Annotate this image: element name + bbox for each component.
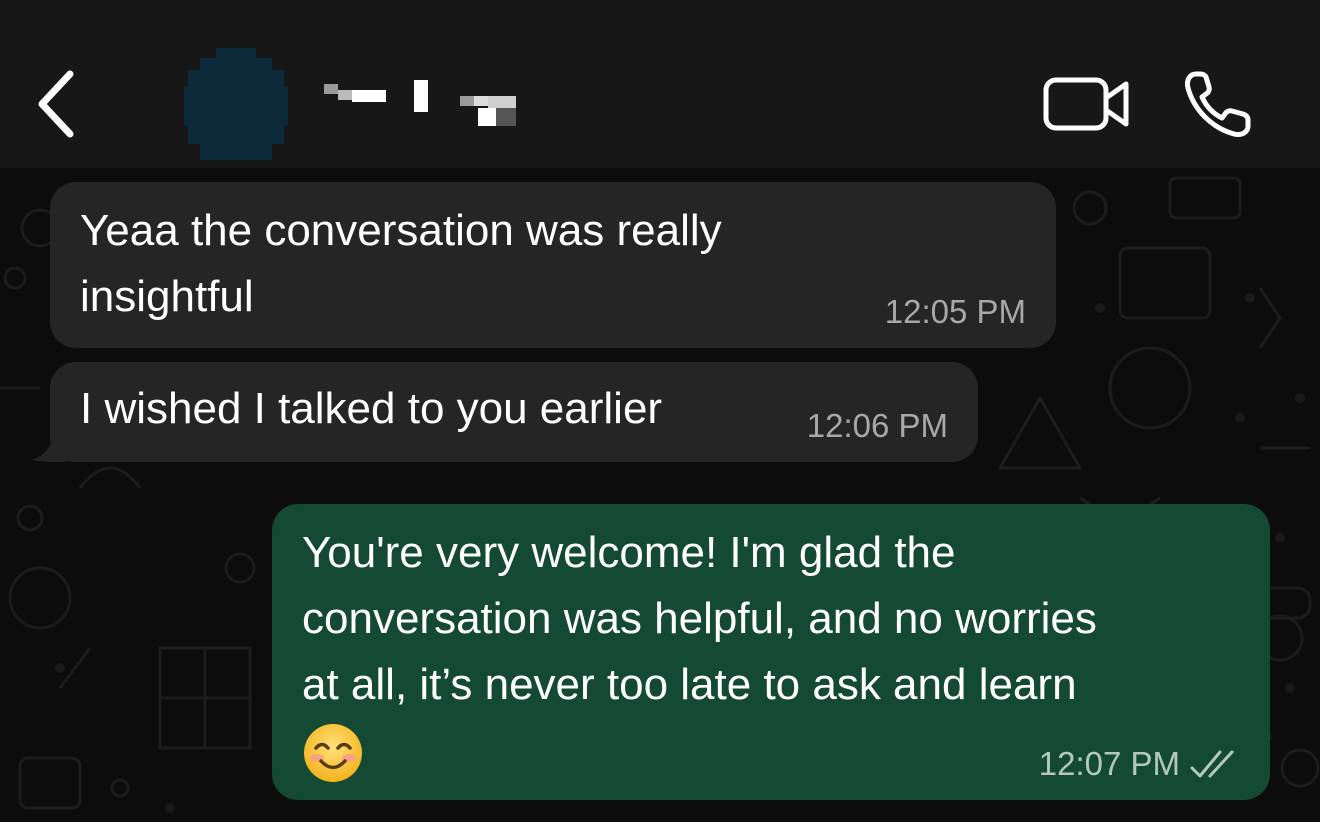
message-text: You're very welcome! I'm glad the conver…	[302, 528, 1097, 709]
contact-name[interactable]	[318, 76, 538, 136]
phone-icon[interactable]	[1182, 68, 1258, 140]
incoming-message[interactable]: Yeaa the conversation was really insight…	[50, 182, 1056, 348]
chevron-left-icon[interactable]	[28, 66, 88, 142]
smiling-face-emoji	[304, 724, 362, 782]
video-camera-icon[interactable]	[1042, 74, 1132, 134]
message-timestamp: 12:05 PM	[884, 293, 1026, 330]
read-double-check-icon	[1190, 750, 1234, 778]
message-timestamp: 12:07 PM	[1038, 745, 1180, 782]
avatar[interactable]	[180, 48, 292, 160]
chat-screen: Yeaa the conversation was really insight…	[0, 0, 1320, 822]
incoming-message[interactable]: I wished I talked to you earlier 12:06 P…	[50, 362, 978, 462]
chat-header	[0, 0, 1320, 168]
message-timestamp: 12:06 PM	[806, 407, 948, 444]
outgoing-message[interactable]: You're very welcome! I'm glad the conver…	[272, 504, 1270, 800]
